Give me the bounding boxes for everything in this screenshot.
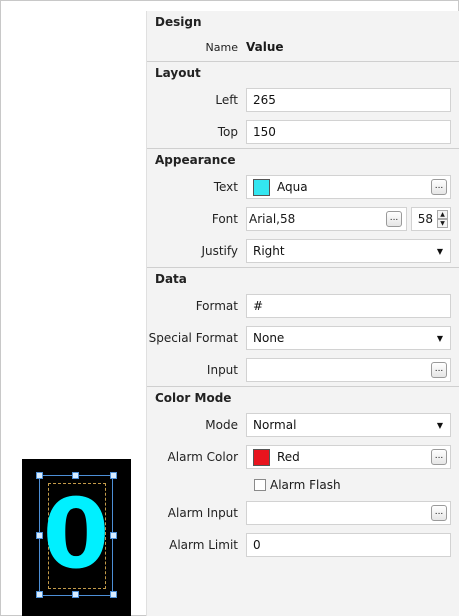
alarm-limit-row: Alarm Limit 0 [147,529,459,561]
mode-value: Normal [253,418,297,432]
font-value: Arial,58 [249,212,296,226]
alarm-limit-label: Alarm Limit [169,538,238,552]
resize-handle-w[interactable] [36,532,43,539]
section-design: Design [147,11,459,33]
resize-handle-nw[interactable] [36,472,43,479]
alarm-flash-label: Alarm Flash [270,478,341,492]
input-field[interactable]: ... [246,358,451,382]
name-value-header: Name Value [147,33,459,61]
input-browse-button[interactable]: ... [431,362,447,378]
format-row: Format # [147,290,459,322]
left-row: Left 265 [147,84,459,116]
justify-label: Justify [201,244,238,258]
justify-row: Justify Right ▼ [147,235,459,267]
name-column-header: Name [205,40,238,54]
font-size-field[interactable]: 58 ▲ ▼ [411,207,451,231]
spin-down-icon[interactable]: ▼ [437,219,448,228]
canvas-preview[interactable]: 0 [22,459,131,616]
chevron-down-icon[interactable]: ▼ [437,334,443,343]
value-column-header: Value [246,40,284,54]
top-input[interactable]: 150 [246,120,451,144]
justify-select[interactable]: Right ▼ [246,239,451,263]
input-label: Input [206,363,238,377]
alarm-flash-checkbox[interactable] [254,479,266,491]
chevron-down-icon[interactable]: ▼ [437,247,443,256]
mode-row: Mode Normal ▼ [147,409,459,441]
font-label: Font [211,212,238,226]
property-panel: Design Name Value Layout Left 265 Top 15… [146,11,459,616]
alarm-input-browse-button[interactable]: ... [431,505,447,521]
text-color-field[interactable]: Aqua ... [246,175,451,199]
special-format-row: Special Format None ▼ [147,322,459,354]
chevron-down-icon[interactable]: ▼ [437,421,443,430]
alarm-color-name: Red [277,450,300,464]
special-format-label: Special Format [148,331,238,345]
section-appearance: Appearance [147,149,459,171]
text-color-name: Aqua [277,180,308,194]
resize-handle-s[interactable] [72,591,79,598]
alarm-color-row: Alarm Color Red ... [147,441,459,473]
alarm-input-row: Alarm Input ... [147,497,459,529]
spin-up-icon[interactable]: ▲ [437,210,448,219]
font-size-spinner[interactable]: ▲ ▼ [437,210,448,228]
text-label: Text [213,180,238,194]
section-layout: Layout [147,62,459,84]
text-color-row: Text Aqua ... [147,171,459,203]
font-controls: Arial,58 ... 58 ▲ ▼ [246,207,451,231]
alarm-color-browse-button[interactable]: ... [431,449,447,465]
alarm-limit-input[interactable]: 0 [246,533,451,557]
resize-handle-ne[interactable] [110,472,117,479]
resize-handle-e[interactable] [110,532,117,539]
justify-value: Right [253,244,285,258]
special-format-value: None [253,331,285,345]
format-input[interactable]: # [246,294,451,318]
special-format-select[interactable]: None ▼ [246,326,451,350]
font-browse-button[interactable]: ... [386,211,402,227]
top-row: Top 150 [147,116,459,148]
alarm-color-label: Alarm Color [167,450,238,464]
font-row: Font Arial,58 ... 58 ▲ ▼ [147,203,459,235]
alarm-color-field[interactable]: Red ... [246,445,451,469]
mode-select[interactable]: Normal ▼ [246,413,451,437]
text-color-swatch [253,178,270,196]
format-label: Format [195,299,238,313]
alarm-color-swatch [253,448,270,466]
left-label: Left [215,93,238,107]
input-row: Input ... [147,354,459,386]
text-color-browse-button[interactable]: ... [431,179,447,195]
alarm-flash-row: Alarm Flash [147,473,459,497]
mode-label: Mode [205,418,238,432]
selection-box[interactable] [39,475,113,596]
section-data: Data [147,268,459,290]
top-label: Top [217,125,238,139]
alarm-input-field[interactable]: ... [246,501,451,525]
font-size-value: 58 [417,212,433,226]
resize-handle-sw[interactable] [36,591,43,598]
font-field[interactable]: Arial,58 ... [246,207,407,231]
left-input[interactable]: 265 [246,88,451,112]
section-color-mode: Color Mode [147,387,459,409]
resize-handle-se[interactable] [110,591,117,598]
alarm-input-label: Alarm Input [167,506,238,520]
resize-handle-n[interactable] [72,472,79,479]
